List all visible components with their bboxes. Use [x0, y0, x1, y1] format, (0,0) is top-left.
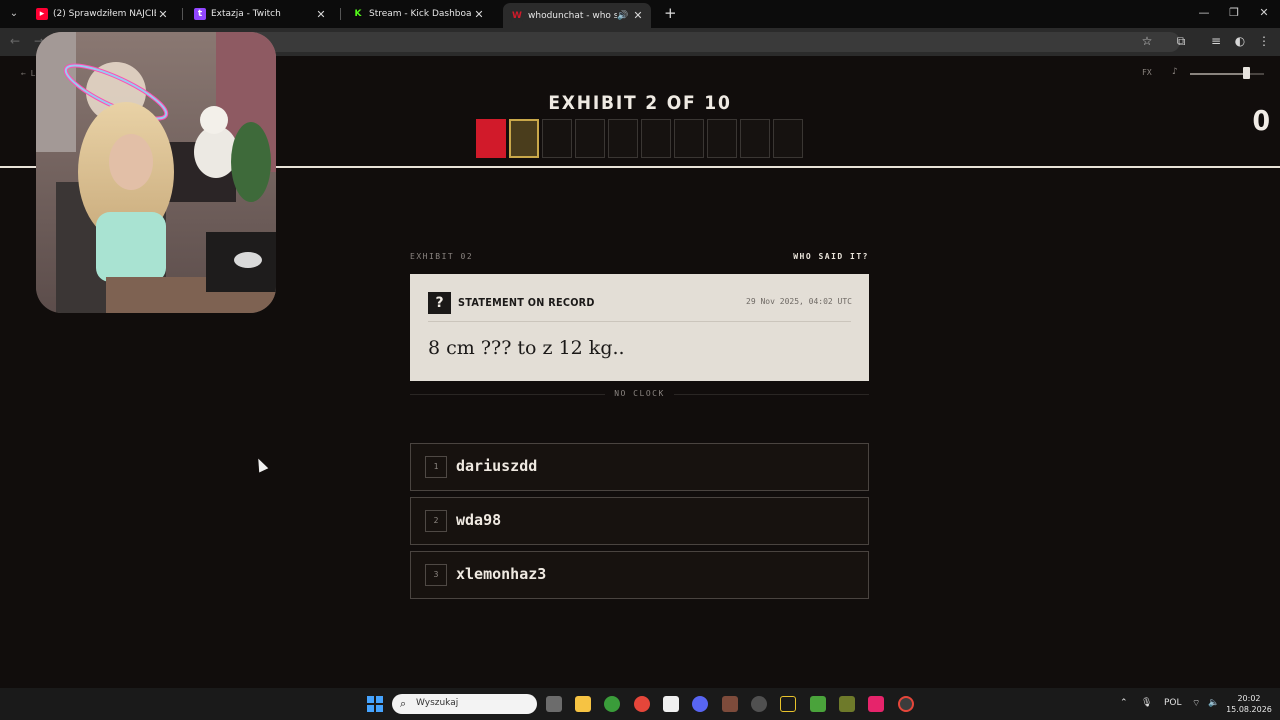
close-tab-icon[interactable]: ✕: [314, 8, 328, 21]
epic-icon[interactable]: [780, 696, 796, 712]
windows-start-icon[interactable]: [367, 696, 383, 712]
back-arrow-icon[interactable]: ←: [10, 34, 20, 48]
volume-knob[interactable]: [1242, 67, 1250, 79]
menu-dots-icon[interactable]: ⋮: [1256, 34, 1272, 48]
back-link[interactable]: ← L: [21, 69, 35, 78]
progress-box-9: [740, 119, 770, 158]
tray-chevron-icon[interactable]: ⌃: [1120, 698, 1128, 708]
search-icon: ⌕: [400, 697, 407, 710]
statement-date: 29 Nov 2025, 04:02 UTC: [746, 297, 852, 306]
volume-slider[interactable]: [1190, 67, 1264, 79]
question-mark-icon: ?: [428, 292, 451, 314]
tiktok-icon[interactable]: [868, 696, 884, 712]
choice-number: 1: [425, 456, 447, 478]
app-icon[interactable]: [839, 696, 855, 712]
kick-icon: K: [352, 8, 364, 20]
speaker-icon[interactable]: 🔊: [617, 11, 631, 21]
clock-date: 15.08.2026: [1226, 705, 1272, 714]
microphone-icon[interactable]: 🎙: [1141, 698, 1152, 708]
close-window-icon[interactable]: ✕: [1256, 6, 1272, 19]
progress-box-2: [509, 119, 539, 158]
exhibit-title: EXHIBIT 2 OF 10: [548, 92, 732, 114]
twitch-icon: t: [194, 8, 206, 20]
tab-youtube[interactable]: ▸ (2) Sprawdziłem NAJCIEKAWSZ ✕: [28, 3, 176, 25]
minecraft-icon[interactable]: [810, 696, 826, 712]
fx-label[interactable]: FX: [1142, 68, 1152, 77]
store-icon[interactable]: [663, 696, 679, 712]
statement-label: STATEMENT ON RECORD: [458, 296, 595, 309]
tab-title: whodunchat - who said it i: [528, 10, 617, 21]
webcam-overlay: [36, 32, 276, 313]
tab-separator: [182, 8, 183, 20]
profile-avatar-icon[interactable]: ◐: [1232, 34, 1248, 48]
tab-title: Extazja - Twitch: [211, 9, 281, 19]
youtube-icon: ▸: [36, 8, 48, 20]
file-explorer-icon[interactable]: [575, 696, 591, 712]
tab-separator: [340, 8, 341, 20]
statement-card: ? STATEMENT ON RECORD 29 Nov 2025, 04:02…: [410, 274, 869, 381]
taskbar-search-placeholder: Wyszukaj: [416, 698, 459, 708]
choice-number: 2: [425, 510, 447, 532]
minimize-icon[interactable]: —: [1196, 6, 1212, 19]
choice-name: xlemonhaz3: [456, 565, 547, 583]
clock-time: 20:02: [1237, 694, 1261, 703]
whodunchat-icon: W: [511, 9, 523, 22]
chrome-icon[interactable]: [634, 696, 650, 712]
choice-name: wda98: [456, 511, 502, 529]
progress-box-3: [542, 119, 572, 158]
extensions-icon[interactable]: ⧉: [1173, 34, 1189, 49]
taskbar-clock[interactable]: 20:02 15.08.2026: [1226, 693, 1272, 715]
new-tab-icon[interactable]: +: [664, 5, 677, 21]
who-said-it-label: WHO SAID IT?: [793, 252, 869, 261]
restore-icon[interactable]: ❐: [1226, 6, 1242, 19]
tab-title: (2) Sprawdziłem NAJCIEKAWSZ: [53, 9, 156, 19]
webcam-image: [36, 32, 276, 313]
chrome-active-icon[interactable]: [898, 696, 914, 712]
tab-kick[interactable]: K Stream - Kick Dashboard ✕: [344, 3, 492, 25]
close-tab-icon[interactable]: ✕: [631, 9, 645, 22]
progress-box-8: [707, 119, 737, 158]
wifi-icon[interactable]: ⌔: [1192, 698, 1200, 709]
steam-icon[interactable]: [751, 696, 767, 712]
answer-choices: 1 dariuszdd 2 wda98 3 xlemonhaz3: [410, 443, 869, 605]
discord-icon[interactable]: [692, 696, 708, 712]
tab-whodunchat[interactable]: W whodunchat - who said it i 🔊 ✕: [503, 3, 651, 28]
choice-number: 3: [425, 564, 447, 586]
exhibit-number: EXHIBIT 02: [410, 252, 474, 261]
media-control-icon[interactable]: ≡: [1208, 34, 1224, 48]
xbox-icon[interactable]: [604, 696, 620, 712]
answer-choice-1[interactable]: 1 dariuszdd: [410, 443, 869, 491]
progress-box-7: [674, 119, 704, 158]
clock-text: NO CLOCK: [614, 389, 665, 398]
volume-fill: [1190, 73, 1246, 75]
progress-box-6: [641, 119, 671, 158]
progress-box-5: [608, 119, 638, 158]
progress-box-1: [476, 119, 506, 158]
tab-title: Stream - Kick Dashboard: [369, 9, 472, 19]
answer-choice-2[interactable]: 2 wda98: [410, 497, 869, 545]
mouse-cursor-icon: [253, 456, 269, 473]
progress-box-10: [773, 119, 803, 158]
clock-indicator: NO CLOCK: [410, 389, 869, 399]
game-app-icon[interactable]: [722, 696, 738, 712]
tab-search-chevron-icon[interactable]: ⌄: [6, 6, 22, 22]
music-note-icon: ♪: [1172, 67, 1178, 77]
close-tab-icon[interactable]: ✕: [156, 8, 170, 21]
exhibit-progress: [476, 119, 803, 158]
task-view-icon[interactable]: [546, 696, 562, 712]
tab-twitch[interactable]: t Extazja - Twitch ✕: [186, 3, 334, 25]
statement-divider: [428, 321, 851, 322]
choice-name: dariuszdd: [456, 457, 538, 475]
close-tab-icon[interactable]: ✕: [472, 8, 486, 21]
progress-box-4: [575, 119, 605, 158]
answer-choice-3[interactable]: 3 xlemonhaz3: [410, 551, 869, 599]
browser-tab-bar: ⌄ ▸ (2) Sprawdziłem NAJCIEKAWSZ ✕ t Exta…: [0, 0, 1280, 28]
volume-icon[interactable]: 🔈: [1208, 698, 1219, 708]
bookmark-star-icon[interactable]: ☆: [1139, 34, 1155, 48]
taskbar-search[interactable]: ⌕ Wyszukaj: [392, 694, 537, 714]
language-indicator[interactable]: POL: [1164, 698, 1182, 708]
score-value: 0: [1252, 104, 1270, 137]
windows-taskbar: ⌕ Wyszukaj ⌃ 🎙 POL ⌔ 🔈 20:02 15.08.2026: [0, 688, 1280, 720]
statement-quote: 8 cm ??? to z 12 kg..: [428, 337, 625, 359]
